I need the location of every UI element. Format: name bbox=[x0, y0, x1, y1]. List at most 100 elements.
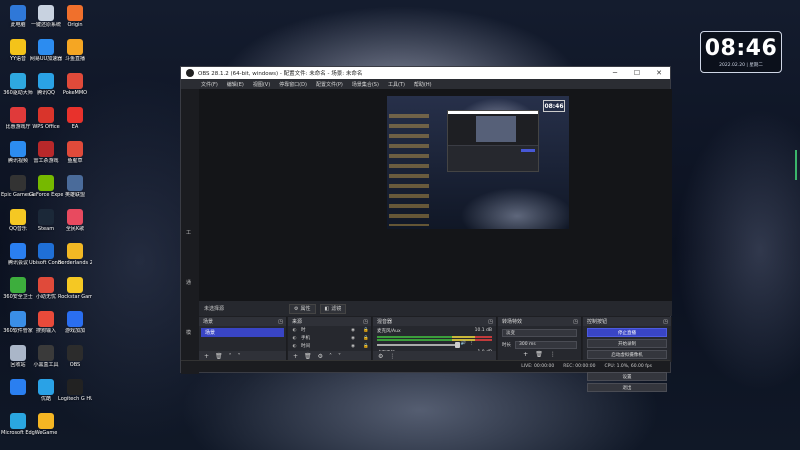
channel-menu-icon[interactable]: ⋮ bbox=[469, 341, 474, 346]
undock-icon[interactable]: ◳ bbox=[278, 319, 283, 325]
transition-menu-icon[interactable]: ⋮ bbox=[550, 351, 556, 358]
move-up-button[interactable]: ˄ bbox=[329, 353, 332, 360]
channel-name: 麦克风/Aux bbox=[377, 329, 401, 334]
undock-icon[interactable]: ◳ bbox=[573, 319, 578, 325]
remove-scene-button[interactable]: 🗑 bbox=[215, 353, 223, 360]
close-button[interactable]: ✕ bbox=[648, 69, 670, 77]
desktop-icon[interactable]: Origin bbox=[58, 5, 92, 28]
desktop-icon[interactable]: Borderlands 2 bbox=[58, 243, 92, 266]
app-icon bbox=[10, 209, 26, 225]
eye-icon[interactable]: ◉ bbox=[351, 328, 359, 333]
desktop-icon[interactable]: PokeMMO bbox=[58, 73, 92, 96]
stop-streaming-button[interactable]: 停止直播 bbox=[587, 328, 667, 337]
minimize-button[interactable]: ─ bbox=[604, 69, 626, 77]
remove-transition-button[interactable]: 🗑 bbox=[535, 351, 543, 358]
menu-docks[interactable]: 停靠窗口(D) bbox=[279, 81, 307, 88]
desktop-icon[interactable]: Rockstar Games bbox=[58, 277, 92, 300]
move-up-button[interactable]: ˄ bbox=[229, 353, 232, 360]
filters-button[interactable]: ◧ 滤镜 bbox=[319, 303, 347, 314]
source-item[interactable]: ◐ 手机 ◉ 🔒 bbox=[288, 334, 371, 342]
menu-edit[interactable]: 编辑(E) bbox=[227, 81, 244, 88]
settings-button[interactable]: 设置 bbox=[587, 372, 667, 381]
desktop-icon[interactable]: 斗鱼直播 bbox=[58, 39, 92, 62]
lock-icon[interactable]: 🔒 bbox=[363, 336, 371, 341]
scene-item[interactable]: 场景 bbox=[201, 328, 284, 337]
desktop-icon[interactable]: 鱼腥草 bbox=[58, 141, 92, 164]
menu-scene-collection[interactable]: 场景集合(S) bbox=[352, 81, 379, 88]
duration-input[interactable]: 300 ms bbox=[515, 340, 577, 349]
add-transition-button[interactable]: + bbox=[523, 351, 528, 358]
advanced-audio-button[interactable]: ⚙ bbox=[378, 353, 383, 360]
desktop-icon[interactable]: 全民K歌 bbox=[58, 209, 92, 232]
source-name: 时间 bbox=[301, 344, 310, 349]
app-icon bbox=[10, 39, 26, 55]
undock-icon[interactable]: ◳ bbox=[363, 319, 368, 325]
menu-profile[interactable]: 配置文件(P) bbox=[316, 81, 343, 88]
start-recording-button[interactable]: 开始录制 bbox=[587, 339, 667, 348]
app-icon bbox=[38, 311, 54, 327]
app-icon bbox=[67, 243, 83, 259]
properties-button[interactable]: ⚙ 属性 bbox=[289, 303, 316, 314]
sources-dock: 来源 ◳ ◐时◉🔒◐手机◉🔒◐时间◉🔒◐弹幕◉🔒T文本 (GDI+)◉🔒▣视频采… bbox=[288, 317, 372, 373]
desktop-icon[interactable]: EA bbox=[58, 107, 92, 130]
clock-widget: 08:46 2022.02.20 | 星期二 bbox=[700, 31, 782, 73]
source-item[interactable]: ◐ 时 ◉ 🔒 bbox=[288, 326, 371, 334]
source-properties-button[interactable]: ⚙ bbox=[318, 353, 323, 360]
app-icon bbox=[10, 413, 26, 429]
app-icon bbox=[38, 379, 54, 395]
desktop-icon[interactable]: Logitech G HUB bbox=[58, 379, 92, 402]
transitions-toolbar: + 🗑 ⋮ bbox=[498, 351, 581, 358]
sources-dock-header: 来源 ◳ bbox=[288, 317, 371, 326]
desktop-icon[interactable]: OBS bbox=[58, 345, 92, 368]
speaker-icon[interactable]: 🔊 bbox=[461, 341, 467, 346]
app-icon bbox=[38, 277, 54, 293]
remove-source-button[interactable]: 🗑 bbox=[304, 353, 312, 360]
volume-slider[interactable] bbox=[377, 342, 459, 348]
lock-icon[interactable]: 🔒 bbox=[363, 328, 371, 333]
app-icon bbox=[38, 175, 54, 191]
maximize-button[interactable]: ☐ bbox=[626, 69, 648, 77]
duration-row: 时长 300 ms bbox=[502, 340, 577, 349]
app-icon bbox=[67, 277, 83, 293]
add-scene-button[interactable]: + bbox=[204, 353, 209, 360]
source-item[interactable]: ◐ 时间 ◉ 🔒 bbox=[288, 342, 371, 350]
eye-icon[interactable]: ◉ bbox=[351, 344, 359, 349]
desktop-icon-label: Logitech G HUB bbox=[58, 396, 92, 402]
lock-icon[interactable]: 🔒 bbox=[363, 344, 371, 349]
mixer-dock: 混音器 ◳ 麦克风/Aux 10.1 dB 🔊 ⋮ 桌面音频 1.0 dB bbox=[373, 317, 497, 370]
app-icon bbox=[38, 413, 54, 429]
app-icon bbox=[10, 345, 26, 361]
move-down-button[interactable]: ˅ bbox=[238, 353, 241, 360]
desktop-icon[interactable]: 英雄联盟 bbox=[58, 175, 92, 198]
menu-view[interactable]: 视图(V) bbox=[253, 81, 270, 88]
mixer-channel: 麦克风/Aux 10.1 dB 🔊 ⋮ bbox=[373, 326, 496, 348]
desktop-icon[interactable]: WeGame bbox=[29, 413, 63, 436]
add-source-button[interactable]: + bbox=[293, 353, 298, 360]
desktop-icon-label: WeGame bbox=[34, 430, 58, 436]
menu-tools[interactable]: 工具(T) bbox=[388, 81, 405, 88]
menu-file[interactable]: 文件(F) bbox=[201, 81, 218, 88]
start-virtual-camera-button[interactable]: 启动虚拟摄像机 bbox=[587, 350, 667, 359]
controls-dock: 控制按钮 ◳ 停止直播 开始录制 启动虚拟摄像机 工作室模式 设置 退出 bbox=[583, 317, 672, 392]
undock-icon[interactable]: ◳ bbox=[488, 319, 493, 325]
app-icon bbox=[67, 175, 83, 191]
app-icon bbox=[38, 73, 54, 89]
app-icon bbox=[38, 345, 54, 361]
eye-icon[interactable]: ◉ bbox=[351, 336, 359, 341]
mixer-menu-icon[interactable]: ⋮ bbox=[389, 353, 395, 360]
desktop-icon-label: Rockstar Games bbox=[58, 294, 92, 300]
menu-help[interactable]: 帮助(H) bbox=[414, 81, 432, 88]
preview-clock: 08:46 bbox=[543, 100, 565, 112]
source-type-icon: ◐ bbox=[292, 343, 297, 349]
transition-select[interactable]: 淡变 bbox=[502, 329, 577, 337]
app-icon bbox=[38, 209, 54, 225]
window-title: OBS 28.1.2 (64-bit, windows) - 配置文件: 未命名… bbox=[198, 71, 363, 77]
rec-status: REC: 00:00:00 bbox=[563, 364, 596, 369]
move-down-button[interactable]: ˅ bbox=[338, 353, 341, 360]
exit-button[interactable]: 退出 bbox=[587, 383, 667, 392]
preview-canvas[interactable]: 08:46 bbox=[199, 89, 672, 301]
desktop-icon[interactable]: 游戏加加 bbox=[58, 311, 92, 334]
app-icon bbox=[67, 73, 83, 89]
app-icon bbox=[67, 311, 83, 327]
undock-icon[interactable]: ◳ bbox=[663, 319, 668, 325]
